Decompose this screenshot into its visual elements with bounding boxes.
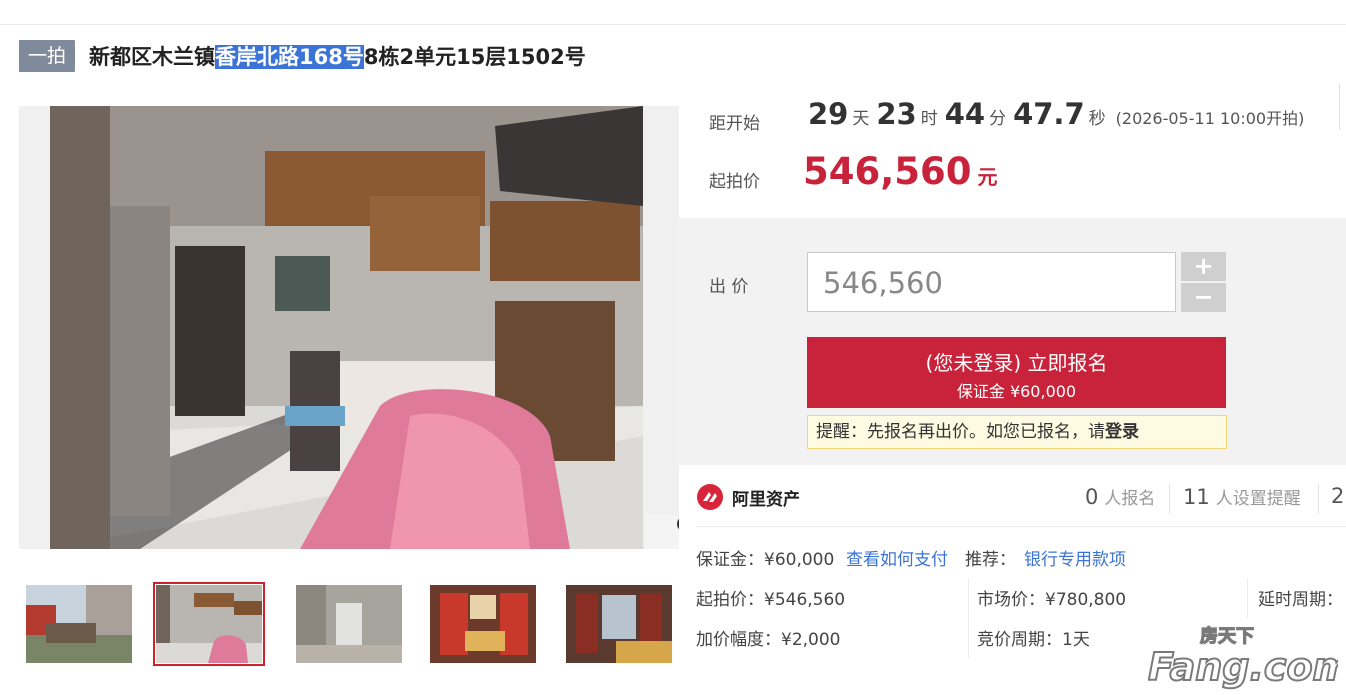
page-title: 一拍 新都区木兰镇香岸北路168号8栋2单元15层1502号	[19, 38, 586, 74]
thumbnail-exterior-image	[26, 585, 132, 663]
registered-stat: 0 人报名	[1085, 484, 1155, 510]
start-price-currency: 元	[977, 165, 998, 189]
top-divider	[0, 24, 1346, 25]
thumbnail-bedroom-2-image	[566, 585, 672, 663]
bank-payment-link[interactable]: 银行专用款项	[1024, 545, 1126, 570]
start-price: 546,560 元	[803, 150, 998, 193]
watermark-main: Fang.com	[1148, 645, 1338, 689]
auction-period-info: 竞价周期：1天	[977, 630, 1090, 650]
header-divider	[1339, 84, 1340, 130]
how-to-pay-link[interactable]: 查看如何支付	[846, 545, 948, 570]
thumbnail-2-selected[interactable]	[153, 582, 265, 666]
stat-divider	[1169, 484, 1170, 514]
countdown-days: 29	[808, 97, 849, 131]
watermark-top: 房天下	[1200, 625, 1254, 647]
start-price-value: 546,560	[803, 150, 972, 193]
thumbnail-1[interactable]	[26, 585, 132, 663]
register-deposit-label: 保证金 ¥60,000	[956, 382, 1077, 401]
third-stat: 2	[1331, 484, 1346, 510]
register-button-label: (您未登录) 立即报名	[925, 351, 1108, 375]
login-tip: 提醒：先报名再出价。如您已报名，请登录	[807, 415, 1227, 449]
days-unit: 天	[852, 109, 870, 129]
third-count: 2	[1331, 484, 1345, 508]
column-divider	[968, 578, 969, 658]
title-suffix: 8栋2单元15层1502号	[363, 45, 586, 69]
countdown-label: 距开始	[709, 114, 760, 134]
ali-assets-logo-icon	[697, 484, 723, 510]
thumbnail-5[interactable]	[566, 585, 672, 663]
tip-text: 提醒：先报名再出价。如您已报名，请	[816, 422, 1105, 442]
recommend-label: 推荐：	[965, 550, 1016, 570]
delay-period-info: 延时周期：	[1258, 590, 1343, 610]
title-prefix: 新都区木兰镇	[89, 45, 216, 69]
seconds-unit: 秒	[1088, 109, 1106, 129]
bid-label: 出 价	[709, 277, 749, 297]
countdown-minutes: 44	[944, 97, 986, 131]
registered-label: 人报名	[1104, 489, 1156, 509]
title-highlight: 香岸北路168号	[215, 45, 364, 69]
login-link[interactable]: 登录	[1105, 422, 1139, 442]
increase-bid-button[interactable]: +	[1181, 252, 1226, 281]
minutes-unit: 分	[989, 109, 1007, 129]
property-title: 新都区木兰镇香岸北路168号8栋2单元15层1502号	[89, 41, 586, 71]
start-price-info: 起拍价：¥546,560	[696, 590, 846, 610]
increment-info: 加价幅度：¥2,000	[696, 630, 841, 650]
ali-assets-brand: 阿里资产	[696, 478, 800, 516]
reminder-count: 11	[1183, 485, 1210, 509]
thumbnail-3[interactable]	[296, 585, 402, 663]
hours-unit: 时	[920, 109, 938, 129]
deposit-info: 保证金：¥60,000	[696, 550, 835, 570]
countdown-seconds: 47.7	[1013, 97, 1085, 131]
register-button[interactable]: (您未登录) 立即报名 保证金 ¥60,000	[807, 337, 1226, 408]
countdown-timer: 29 天 23 时 44 分 47.7 秒 (2026-05-11 10:00开拍)	[808, 97, 1304, 131]
thumbnail-bedroom-image	[430, 585, 536, 663]
column-divider	[1247, 578, 1248, 618]
zoom-icon[interactable]	[645, 515, 679, 549]
thumbnail-4[interactable]	[430, 585, 536, 663]
main-photo[interactable]	[19, 106, 679, 549]
reminder-stat: 11 人设置提醒	[1183, 484, 1301, 510]
start-time-note: (2026-05-11 10:00开拍)	[1115, 109, 1305, 128]
details-divider	[696, 526, 1346, 527]
decrease-bid-button[interactable]: −	[1181, 283, 1226, 312]
market-price-info: 市场价：¥780,800	[977, 590, 1127, 610]
stat-divider	[1318, 484, 1319, 514]
thumbnail-living-room-image	[156, 585, 262, 663]
fang-watermark-logo: 房天下 Fang.com	[1148, 624, 1338, 690]
countdown-hours: 23	[876, 97, 917, 131]
bid-amount-input[interactable]: 546,560	[807, 252, 1176, 312]
thumbnail-empty-room-image	[296, 585, 402, 663]
room-photo-image	[50, 106, 643, 549]
start-price-label: 起拍价	[709, 172, 760, 192]
registered-count: 0	[1085, 485, 1099, 509]
ali-assets-name: 阿里资产	[732, 489, 800, 510]
reminder-label: 人设置提醒	[1215, 489, 1301, 509]
auction-round-badge: 一拍	[19, 40, 76, 72]
